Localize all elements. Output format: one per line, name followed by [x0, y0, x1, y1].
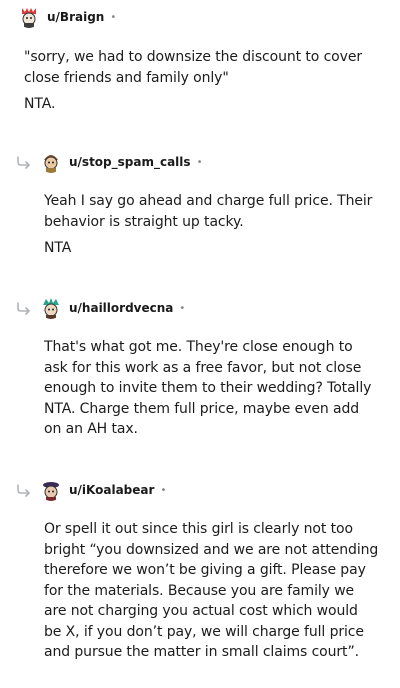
separator-dot: • [110, 11, 117, 23]
comment-paragraph: NTA. [24, 96, 56, 112]
comment-paragraph: NTA [44, 240, 72, 256]
comment-body: Or spell it out since this girl is clear… [44, 519, 379, 663]
comment-body: Yeah I say go ahead and charge full pric… [44, 191, 379, 259]
avatar[interactable] [40, 151, 62, 173]
avatar[interactable] [18, 6, 40, 28]
comment-header: u/haillordvecna • [40, 296, 185, 320]
comment-body: That's what got me. They're close enough… [44, 337, 379, 440]
comment-body: "sorry, we had to downsize the discount … [24, 47, 379, 115]
comment-header: u/iKoalabear • [40, 478, 166, 502]
comment-paragraph: Yeah I say go ahead and charge full pric… [44, 193, 373, 230]
separator-dot: • [160, 484, 167, 496]
avatar[interactable] [40, 297, 62, 319]
username[interactable]: u/Braign [47, 10, 104, 24]
separator-dot: • [179, 302, 186, 314]
comment-header: u/stop_spam_calls • [40, 150, 202, 174]
reply-arrow-icon [17, 484, 30, 497]
comment-paragraph: "sorry, we had to downsize the discount … [24, 49, 362, 86]
username[interactable]: u/iKoalabear [69, 483, 154, 497]
username[interactable]: u/haillordvecna [69, 301, 173, 315]
separator-dot: • [196, 156, 203, 168]
reply-arrow-icon [17, 302, 30, 315]
comment-header: u/Braign • [18, 5, 116, 29]
username[interactable]: u/stop_spam_calls [69, 155, 191, 169]
avatar[interactable] [40, 479, 62, 501]
comment-paragraph: That's what got me. They're close enough… [44, 339, 372, 437]
comment-paragraph: Or spell it out since this girl is clear… [44, 521, 379, 660]
reply-arrow-icon [17, 156, 30, 169]
